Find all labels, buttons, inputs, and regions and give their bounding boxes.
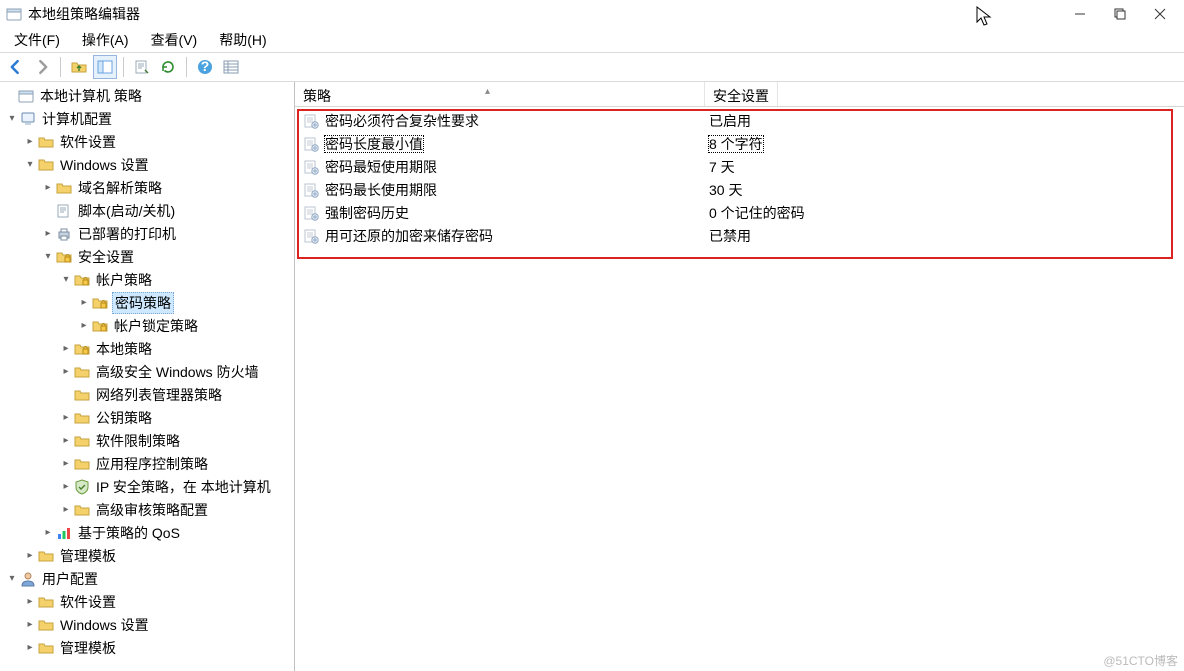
expander-icon[interactable]: ▾ xyxy=(22,157,38,173)
policy-name: 密码必须符合复杂性要求 xyxy=(325,113,479,129)
app-icon xyxy=(6,6,22,22)
policy-row[interactable]: 用可还原的加密来储存密码 已禁用 xyxy=(295,224,1184,247)
tree-password-policy[interactable]: ▸密码策略 xyxy=(0,291,294,314)
tree-root[interactable]: 本地计算机 策略 xyxy=(0,84,294,107)
policy-row[interactable]: 密码最长使用期限 30 天 xyxy=(295,178,1184,201)
expander-icon[interactable]: ▸ xyxy=(40,180,56,196)
expander-icon[interactable]: ▸ xyxy=(76,318,92,334)
show-tree-button[interactable] xyxy=(93,55,117,79)
expander-icon[interactable]: ▸ xyxy=(58,433,74,449)
toolbar xyxy=(0,52,1184,82)
tree-account-policies[interactable]: ▾帐户策略 xyxy=(0,268,294,291)
column-setting[interactable]: 安全设置 xyxy=(705,82,778,106)
tree-name-resolution[interactable]: ▸域名解析策略 xyxy=(0,176,294,199)
expander-icon[interactable]: ▸ xyxy=(58,341,74,357)
expander-icon[interactable]: ▸ xyxy=(22,617,38,633)
tree-security-settings[interactable]: ▾安全设置 xyxy=(0,245,294,268)
properties-button[interactable] xyxy=(130,55,154,79)
expander-icon[interactable]: ▸ xyxy=(40,525,56,541)
policy-value: 30 天 xyxy=(709,182,742,198)
tree-computer-config[interactable]: ▾计算机配置 xyxy=(0,107,294,130)
policy-name: 用可还原的加密来储存密码 xyxy=(325,228,493,244)
expander-icon[interactable]: ▾ xyxy=(4,111,20,127)
tree-ipsec[interactable]: ▸IP 安全策略，在 本地计算机 xyxy=(0,475,294,498)
watermark: @51CTO博客 xyxy=(1103,652,1178,669)
window-title: 本地组策略编辑器 xyxy=(28,4,140,24)
maximize-button[interactable] xyxy=(1100,2,1140,26)
expander-icon[interactable]: ▸ xyxy=(58,456,74,472)
list-header: 策略 安全设置 xyxy=(295,82,1184,107)
tree-u-software[interactable]: ▸软件设置 xyxy=(0,590,294,613)
tree-user-config[interactable]: ▾用户配置 xyxy=(0,567,294,590)
tree-scripts[interactable]: 脚本(启动/关机) xyxy=(0,199,294,222)
policy-icon xyxy=(303,136,319,152)
menu-action[interactable]: 操作(A) xyxy=(72,27,139,53)
up-button[interactable] xyxy=(67,55,91,79)
column-policy[interactable]: 策略 xyxy=(295,82,705,106)
policy-row[interactable]: 强制密码历史 0 个记住的密码 xyxy=(295,201,1184,224)
expander-icon[interactable]: ▸ xyxy=(22,594,38,610)
tree-u-admin[interactable]: ▸管理模板 xyxy=(0,636,294,659)
refresh-button[interactable] xyxy=(156,55,180,79)
policy-icon xyxy=(303,113,319,129)
expander-icon[interactable]: ▸ xyxy=(58,410,74,426)
expander-icon[interactable]: ▾ xyxy=(40,249,56,265)
policy-name: 强制密码历史 xyxy=(325,205,409,221)
policy-row[interactable]: 密码必须符合复杂性要求 已启用 xyxy=(295,109,1184,132)
menu-file[interactable]: 文件(F) xyxy=(4,27,70,53)
policy-name: 密码最长使用期限 xyxy=(325,182,437,198)
tree-u-windows[interactable]: ▸Windows 设置 xyxy=(0,613,294,636)
tree-qos[interactable]: ▸基于策略的 QoS xyxy=(0,521,294,544)
tree-pane[interactable]: 本地计算机 策略 ▾计算机配置 ▸软件设置 ▾Windows 设置 ▸域名解析 xyxy=(0,82,295,671)
tree-advaudit[interactable]: ▸高级审核策略配置 xyxy=(0,498,294,521)
policy-value: 0 个记住的密码 xyxy=(709,205,805,221)
policy-value: 已启用 xyxy=(709,113,751,129)
forward-button[interactable] xyxy=(30,55,54,79)
tree-app-control[interactable]: ▸应用程序控制策略 xyxy=(0,452,294,475)
minimize-button[interactable] xyxy=(1060,2,1100,26)
tree-windows-settings[interactable]: ▾Windows 设置 xyxy=(0,153,294,176)
policy-value: 7 天 xyxy=(709,159,735,175)
expander-icon[interactable]: ▸ xyxy=(58,502,74,518)
expander-icon[interactable]: ▾ xyxy=(4,571,20,587)
menu-view[interactable]: 查看(V) xyxy=(141,27,208,53)
menu-help[interactable]: 帮助(H) xyxy=(209,27,276,53)
expander-icon[interactable]: ▸ xyxy=(76,295,92,311)
help-button[interactable] xyxy=(193,55,217,79)
expander-icon[interactable]: ▸ xyxy=(58,479,74,495)
policy-icon xyxy=(303,159,319,175)
tree-pubkey[interactable]: ▸公钥策略 xyxy=(0,406,294,429)
expander-icon[interactable]: ▸ xyxy=(22,548,38,564)
policy-name: 密码长度最小值 xyxy=(325,136,423,152)
list-pane: 策略 安全设置 密码必须符合复杂性要求 已启用密码长度最小值 8 个字符密码最短使用… xyxy=(295,82,1184,671)
tree-firewall[interactable]: ▸高级安全 Windows 防火墙 xyxy=(0,360,294,383)
policy-value: 8 个字符 xyxy=(709,136,763,152)
tree-local-policies[interactable]: ▸本地策略 xyxy=(0,337,294,360)
policy-icon xyxy=(303,182,319,198)
tree-software-restrict[interactable]: ▸软件限制策略 xyxy=(0,429,294,452)
policy-row[interactable]: 密码长度最小值 8 个字符 xyxy=(295,132,1184,155)
tree-lockout-policy[interactable]: ▸帐户锁定策略 xyxy=(0,314,294,337)
expander-icon[interactable]: ▾ xyxy=(58,272,74,288)
tree-nlmgr[interactable]: 网络列表管理器策略 xyxy=(0,383,294,406)
close-button[interactable] xyxy=(1140,2,1180,26)
policy-name: 密码最短使用期限 xyxy=(325,159,437,175)
policy-value: 已禁用 xyxy=(709,228,751,244)
policy-icon xyxy=(303,205,319,221)
tree-admin-templates[interactable]: ▸管理模板 xyxy=(0,544,294,567)
expander-icon[interactable]: ▸ xyxy=(40,226,56,242)
policy-row[interactable]: 密码最短使用期限 7 天 xyxy=(295,155,1184,178)
tree-software-settings[interactable]: ▸软件设置 xyxy=(0,130,294,153)
expander-icon[interactable]: ▸ xyxy=(22,640,38,656)
expander-icon[interactable]: ▸ xyxy=(22,134,38,150)
policy-icon xyxy=(303,228,319,244)
back-button[interactable] xyxy=(4,55,28,79)
titlebar: 本地组策略编辑器 xyxy=(0,0,1184,28)
menubar: 文件(F) 操作(A) 查看(V) 帮助(H) xyxy=(0,28,1184,52)
tree-printers[interactable]: ▸已部署的打印机 xyxy=(0,222,294,245)
expander-icon[interactable]: ▸ xyxy=(58,364,74,380)
view-details-button[interactable] xyxy=(219,55,243,79)
